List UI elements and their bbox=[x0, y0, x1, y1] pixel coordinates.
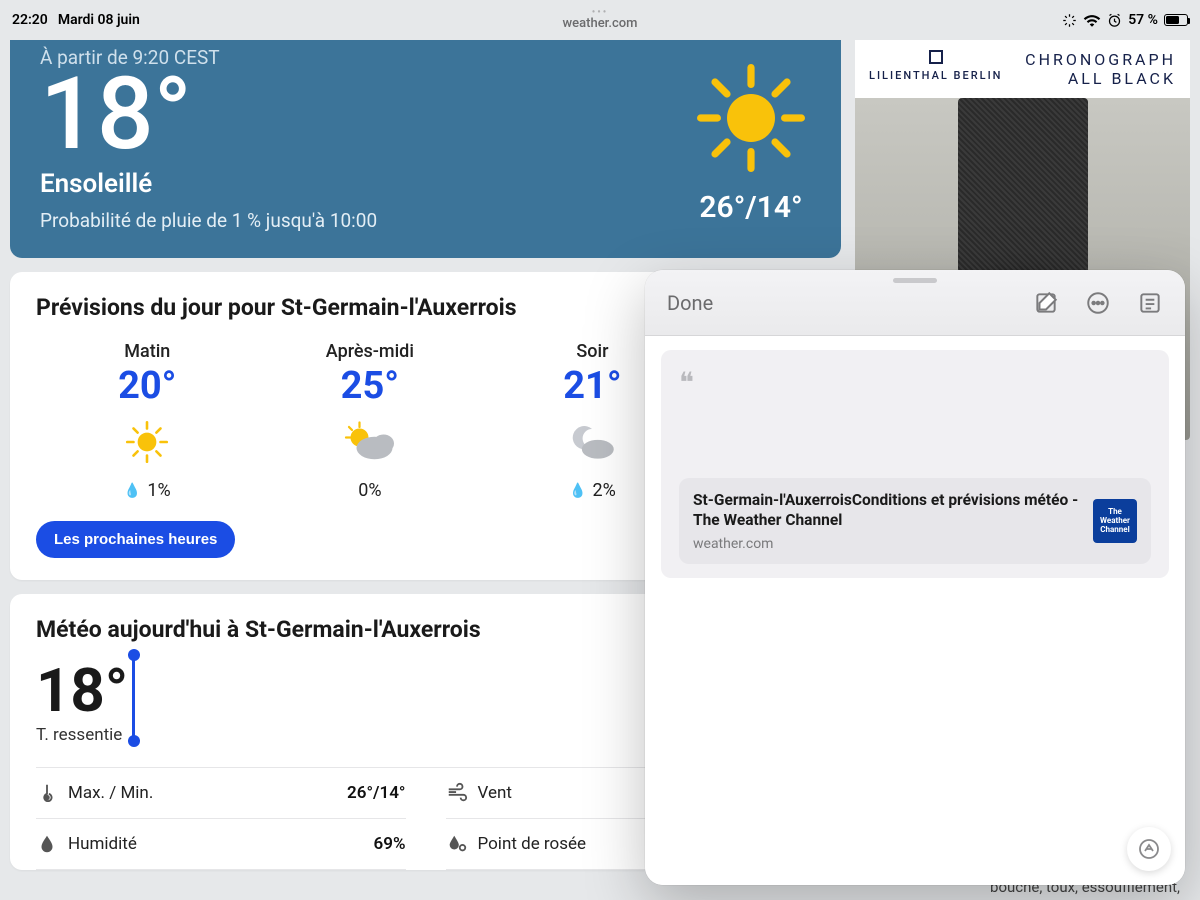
markup-button[interactable] bbox=[1127, 827, 1171, 871]
loading-icon bbox=[1062, 13, 1077, 28]
hilo-value: 26°/14° bbox=[699, 190, 802, 225]
feels-like-label: T. ressentie bbox=[36, 725, 128, 745]
detail-humidity: Humidité 69% bbox=[36, 819, 406, 870]
done-button[interactable]: Done bbox=[667, 291, 713, 315]
quick-note-popup: Done ❝ St-Germain-l'AuxerroisConditions … bbox=[645, 270, 1185, 885]
link-thumbnail: The Weather Channel bbox=[1093, 499, 1137, 543]
note-content[interactable]: ❝ St-Germain-l'AuxerroisConditions et pr… bbox=[661, 350, 1169, 578]
link-preview-card[interactable]: St-Germain-l'AuxerroisConditions et prév… bbox=[679, 478, 1151, 564]
status-time: 22:20 bbox=[12, 12, 48, 28]
current-conditions-card: À partir de 9:20 CEST 18° Ensoleillé Pro… bbox=[10, 40, 841, 258]
current-temp: 18° bbox=[40, 65, 377, 165]
notes-list-icon[interactable] bbox=[1137, 290, 1163, 316]
wind-icon bbox=[446, 782, 468, 804]
link-title: St-Germain-l'AuxerroisConditions et prév… bbox=[693, 490, 1081, 530]
alarm-icon bbox=[1107, 13, 1122, 28]
sun-icon bbox=[691, 58, 811, 178]
feels-like-temp: 18° bbox=[36, 661, 128, 721]
dewpoint-icon bbox=[446, 833, 468, 855]
link-domain: weather.com bbox=[693, 536, 1081, 552]
precip-line: Probabilité de pluie de 1 % jusqu'à 10:0… bbox=[40, 209, 377, 232]
status-site: weather.com bbox=[563, 16, 638, 31]
ad-brand: LILIENTHAL BERLIN bbox=[869, 50, 1003, 88]
partly-cloudy-icon bbox=[259, 412, 482, 472]
battery-icon bbox=[1164, 14, 1188, 26]
wifi-icon bbox=[1083, 13, 1101, 27]
daypart-morning[interactable]: Matin 20° 💧1% bbox=[36, 341, 259, 501]
raindrop-icon: 💧 bbox=[569, 483, 586, 499]
ad-line2: ALL BLACK bbox=[1025, 69, 1176, 88]
raindrop-icon: 💧 bbox=[124, 483, 141, 499]
ipad-status-bar: 22:20 Mardi 08 juin ••• weather.com 57 % bbox=[0, 0, 1200, 40]
daypart-temp: 25° bbox=[259, 364, 482, 408]
daypart-temp: 20° bbox=[36, 364, 259, 408]
ad-line1: CHRONOGRAPH bbox=[1025, 50, 1176, 69]
daypart-afternoon[interactable]: Après-midi 25° 0% bbox=[259, 341, 482, 501]
compose-icon[interactable] bbox=[1033, 290, 1059, 316]
sun-icon bbox=[36, 412, 259, 472]
more-icon[interactable] bbox=[1085, 290, 1111, 316]
battery-percent: 57 % bbox=[1128, 12, 1158, 28]
status-date: Mardi 08 juin bbox=[58, 12, 140, 28]
next-hours-button[interactable]: Les prochaines heures bbox=[36, 521, 235, 558]
text-selection-handle[interactable] bbox=[132, 665, 135, 745]
drop-icon bbox=[36, 833, 58, 855]
daypart-precip: 0% bbox=[259, 480, 482, 501]
daypart-precip: 💧1% bbox=[36, 480, 259, 501]
thermometer-icon bbox=[36, 782, 58, 804]
daypart-label: Matin bbox=[36, 341, 259, 362]
detail-maxmin: Max. / Min. 26°/14° bbox=[36, 768, 406, 819]
current-condition: Ensoleillé bbox=[40, 169, 377, 199]
daypart-label: Après-midi bbox=[259, 341, 482, 362]
drag-grabber[interactable] bbox=[893, 278, 937, 283]
quote-icon: ❝ bbox=[679, 366, 1151, 400]
